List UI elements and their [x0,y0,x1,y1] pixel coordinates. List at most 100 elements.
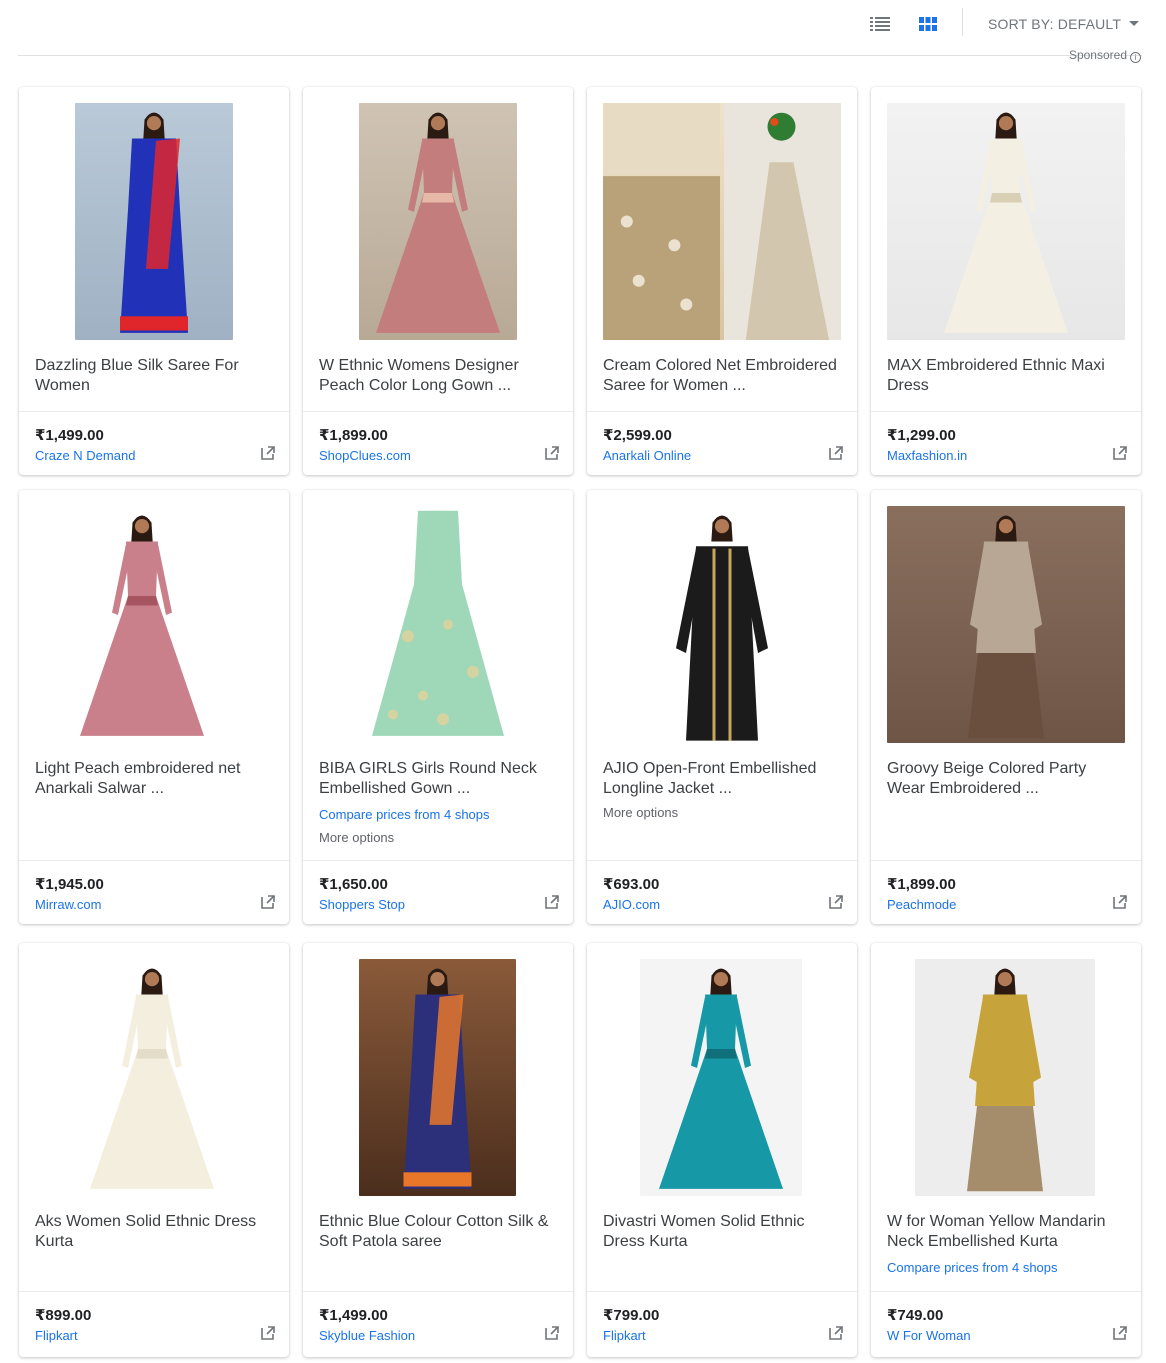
product-photo-art [968,515,1044,739]
product-title[interactable]: Groovy Beige Colored Party Wear Embroide… [887,759,1127,799]
seller-link[interactable]: Mirraw.com [35,897,101,912]
seller-link[interactable]: Skyblue Fashion [319,1328,415,1343]
external-link-icon[interactable] [545,1326,561,1342]
external-link-icon[interactable] [545,895,561,911]
product-title[interactable]: AJIO Open-Front Embellished Longline Jac… [603,759,843,799]
external-link-icon[interactable] [261,446,277,462]
product-card[interactable]: Aks Women Solid Ethnic Dress Kurta ₹899.0… [19,943,289,1357]
sort-dropdown[interactable]: SORT BY: DEFAULT [988,16,1140,32]
more-options-link[interactable]: More options [603,805,843,821]
card-divider [19,1291,289,1292]
list-view-icon [870,17,890,31]
product-card[interactable]: Cream Colored Net Embroidered Saree for … [587,87,857,475]
product-title[interactable]: Aks Women Solid Ethnic Dress Kurta [35,1212,275,1252]
card-divider [587,860,857,861]
product-photo-art [967,968,1043,1192]
product-image[interactable] [627,506,817,743]
sponsored-text: Sponsored [1068,48,1127,62]
product-image[interactable] [887,103,1125,340]
product-photo-art [403,968,472,1189]
sponsored-label[interactable]: Sponsored i [1069,48,1141,63]
product-card[interactable]: Groovy Beige Colored Party Wear Embroide… [871,490,1141,924]
product-title[interactable]: Dazzling Blue Silk Saree For Women [35,356,275,396]
grid-view-button[interactable] [914,12,942,36]
product-title[interactable]: Cream Colored Net Embroidered Saree for … [603,356,843,396]
product-image[interactable] [369,506,507,743]
product-image[interactable] [69,959,235,1196]
product-image[interactable] [359,103,517,340]
seller-link[interactable]: Craze N Demand [35,448,135,463]
product-card[interactable]: W Ethnic Womens Designer Peach Color Lon… [303,87,573,475]
seller-link[interactable]: Flipkart [35,1328,78,1343]
product-card[interactable]: Dazzling Blue Silk Saree For Women ₹1,499… [19,87,289,475]
product-photo-art [90,968,214,1189]
seller-link[interactable]: Shoppers Stop [319,897,405,912]
external-link-icon[interactable] [829,446,845,462]
external-link-icon[interactable] [545,446,561,462]
seller-link[interactable]: W For Woman [887,1328,971,1343]
product-image[interactable] [75,103,233,340]
external-link-icon[interactable] [1113,895,1129,911]
results-toolbar: SORT BY: DEFAULT [0,0,1166,56]
product-price: ₹1,499.00 [319,1307,388,1324]
seller-link[interactable]: Anarkali Online [603,448,691,463]
seller-link[interactable]: Peachmode [887,897,956,912]
product-title[interactable]: MAX Embroidered Ethnic Maxi Dress [887,356,1127,396]
seller-link[interactable]: ShopClues.com [319,448,411,463]
product-price: ₹899.00 [35,1307,92,1324]
product-title[interactable]: W for Woman Yellow Mandarin Neck Embelli… [887,1212,1127,1252]
product-image[interactable] [640,959,802,1196]
product-photo-art [603,103,841,340]
seller-link[interactable]: AJIO.com [603,897,660,912]
product-title[interactable]: Divastri Women Solid Ethnic Dress Kurta [603,1212,843,1252]
product-photo-art [80,515,204,736]
external-link-icon[interactable] [829,1326,845,1342]
product-card[interactable]: AJIO Open-Front Embellished Longline Jac… [587,490,857,924]
product-card[interactable]: Light Peach embroidered net Anarkali Sal… [19,490,289,924]
product-price: ₹693.00 [603,876,660,893]
product-card[interactable]: W for Woman Yellow Mandarin Neck Embelli… [871,943,1141,1357]
product-title[interactable]: Ethnic Blue Colour Cotton Silk & Soft Pa… [319,1212,559,1252]
product-card[interactable]: Ethnic Blue Colour Cotton Silk & Soft Pa… [303,943,573,1357]
product-card[interactable]: BIBA GIRLS Girls Round Neck Embellished … [303,490,573,924]
toolbar-divider [962,8,963,36]
product-image[interactable] [603,103,841,340]
card-divider [303,1291,573,1292]
external-link-icon[interactable] [261,895,277,911]
external-link-icon[interactable] [1113,446,1129,462]
product-image[interactable] [915,959,1095,1196]
product-price: ₹1,650.00 [319,876,388,893]
card-divider [871,1291,1141,1292]
seller-link[interactable]: Maxfashion.in [887,448,967,463]
product-image[interactable] [359,959,516,1196]
product-title[interactable]: Light Peach embroidered net Anarkali Sal… [35,759,275,799]
external-link-icon[interactable] [261,1326,277,1342]
product-card[interactable]: Divastri Women Solid Ethnic Dress Kurta ₹… [587,943,857,1357]
product-price: ₹1,499.00 [35,427,104,444]
product-price: ₹1,899.00 [887,876,956,893]
product-image[interactable] [75,506,209,743]
compare-prices-link[interactable]: Compare prices from 4 shops [319,807,559,823]
seller-link[interactable]: Flipkart [603,1328,646,1343]
product-price: ₹2,599.00 [603,427,672,444]
product-price: ₹749.00 [887,1307,944,1324]
toolbar-bottom-divider [18,55,1142,56]
more-options-link[interactable]: More options [319,830,559,846]
product-image[interactable] [887,506,1125,743]
product-title[interactable]: BIBA GIRLS Girls Round Neck Embellished … [319,759,559,799]
grid-view-icon [919,17,937,31]
dropdown-caret-icon [1129,20,1140,26]
product-photo-art [376,112,500,333]
compare-prices-link[interactable]: Compare prices from 4 shops [887,1260,1127,1276]
list-view-button[interactable] [866,12,894,36]
external-link-icon[interactable] [1113,1326,1129,1342]
card-divider [871,411,1141,412]
info-icon[interactable]: i [1130,52,1141,63]
product-title[interactable]: W Ethnic Womens Designer Peach Color Lon… [319,356,559,396]
product-price: ₹799.00 [603,1307,660,1324]
product-photo-art [659,968,783,1189]
external-link-icon[interactable] [829,895,845,911]
card-divider [19,411,289,412]
card-divider [303,411,573,412]
product-card[interactable]: MAX Embroidered Ethnic Maxi Dress ₹1,299.… [871,87,1141,475]
